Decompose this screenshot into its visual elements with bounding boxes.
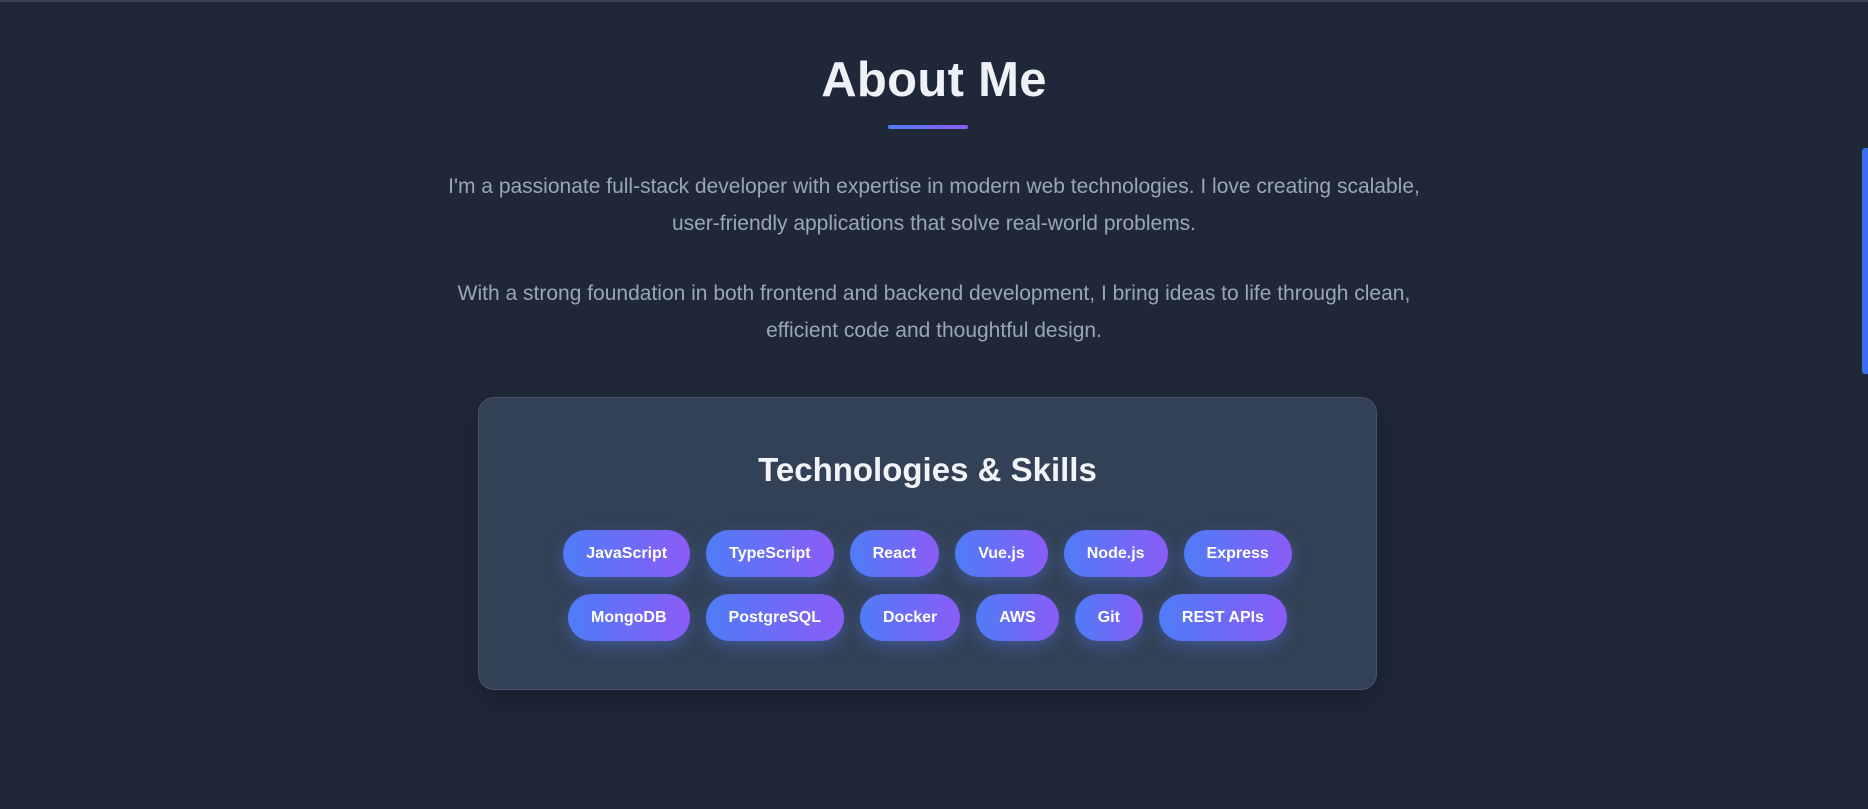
- scroll-indicator[interactable]: [1862, 148, 1868, 374]
- skill-tag-nodejs[interactable]: Node.js: [1063, 530, 1168, 577]
- skills-row-1: JavaScript TypeScript React Vue.js Node.…: [509, 530, 1346, 577]
- about-paragraph-2: With a strong foundation in both fronten…: [457, 282, 1411, 342]
- section-title: About Me: [821, 53, 1047, 107]
- skills-card: Technologies & Skills JavaScript TypeScr…: [478, 397, 1377, 690]
- skill-tag-postgresql[interactable]: PostgreSQL: [705, 594, 844, 641]
- skills-list: JavaScript TypeScript React Vue.js Node.…: [509, 530, 1346, 658]
- title-underline: [888, 125, 968, 129]
- skill-tag-javascript[interactable]: JavaScript: [563, 530, 691, 577]
- skill-tag-docker[interactable]: Docker: [859, 594, 961, 641]
- skill-tag-aws[interactable]: AWS: [976, 594, 1059, 641]
- skill-tag-vuejs[interactable]: Vue.js: [955, 530, 1048, 577]
- top-divider: [0, 0, 1868, 2]
- skill-tag-rest-apis[interactable]: REST APIs: [1158, 594, 1287, 641]
- skills-row-2: MongoDB PostgreSQL Docker AWS Git REST A…: [509, 594, 1346, 641]
- skill-tag-git[interactable]: Git: [1074, 594, 1143, 641]
- skill-tag-mongodb[interactable]: MongoDB: [567, 594, 690, 641]
- about-paragraph-1: I'm a passionate full-stack developer wi…: [448, 175, 1420, 235]
- skill-tag-express[interactable]: Express: [1183, 530, 1292, 577]
- skill-tag-typescript[interactable]: TypeScript: [706, 530, 834, 577]
- skill-tag-react[interactable]: React: [849, 530, 940, 577]
- skills-card-title: Technologies & Skills: [758, 451, 1097, 488]
